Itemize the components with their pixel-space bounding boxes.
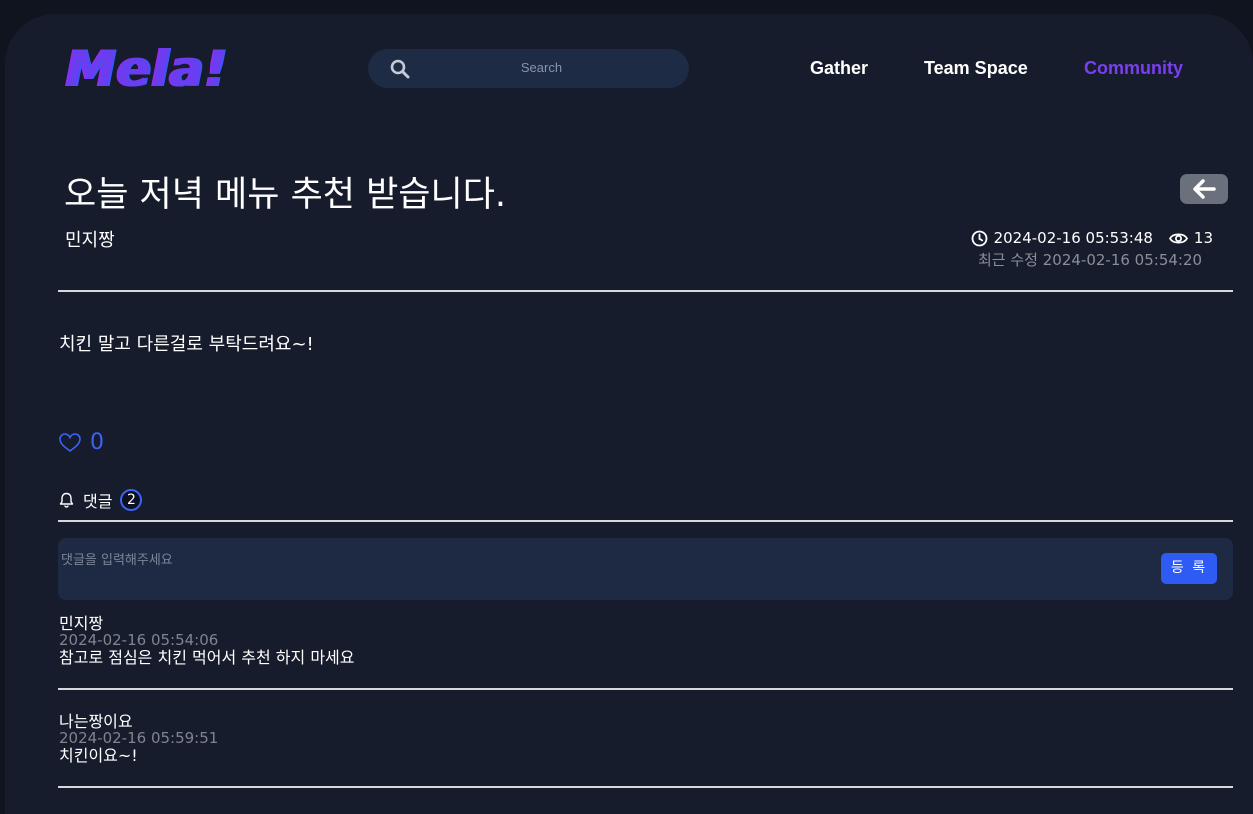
search-bar[interactable]: Search	[368, 49, 689, 88]
comment-text: 참고로 점심은 치킨 먹어서 추천 하지 마세요	[59, 648, 355, 667]
comment-item: 나는짱이요 2024-02-16 05:59:51 치킨이요~!	[59, 713, 218, 764]
comments-label: 댓글	[83, 492, 113, 511]
comment-count-badge: 2	[120, 489, 143, 511]
comment-date: 2024-02-16 05:54:06	[59, 631, 219, 649]
divider	[58, 290, 1233, 292]
comments-header: 댓글 2	[59, 488, 143, 512]
logo[interactable]: Mela!	[66, 40, 228, 98]
comment-author: 민지짱	[59, 614, 104, 633]
bell-icon	[59, 492, 74, 508]
post-views: 13	[1193, 229, 1213, 247]
nav-team-space[interactable]: Team Space	[924, 58, 1028, 79]
clock-icon	[971, 230, 987, 246]
post-meta: 2024-02-16 05:53:48 13	[971, 229, 1213, 247]
nav-community[interactable]: Community	[1084, 58, 1183, 79]
page-container	[5, 14, 1253, 814]
post-title: 오늘 저녁 메뉴 추천 받습니다.	[64, 175, 507, 215]
post-modified: 최근 수정 2024-02-16 05:54:20	[978, 251, 1203, 269]
divider	[58, 786, 1233, 788]
submit-comment-button[interactable]: 등 록	[1161, 553, 1217, 584]
comment-date: 2024-02-16 05:59:51	[59, 729, 219, 747]
heart-icon	[59, 432, 81, 452]
eye-icon	[1168, 232, 1188, 244]
comment-author: 나는짱이요	[59, 712, 133, 731]
like-button[interactable]: 0	[59, 430, 104, 455]
divider	[58, 688, 1233, 690]
post-body: 치킨 말고 다른걸로 부탁드려요~!	[59, 334, 314, 355]
like-count: 0	[90, 430, 104, 455]
divider	[58, 520, 1233, 522]
nav-gather[interactable]: Gather	[810, 58, 868, 79]
comment-item: 민지짱 2024-02-16 05:54:06 참고로 점심은 치킨 먹어서 추…	[59, 615, 354, 666]
comment-text: 치킨이요~!	[59, 746, 138, 765]
back-button[interactable]	[1180, 174, 1228, 204]
back-arrow-icon	[1193, 179, 1216, 199]
comment-input[interactable]: 댓글을 입력해주세요 등 록	[58, 538, 1233, 600]
post-created: 2024-02-16 05:53:48	[993, 229, 1153, 247]
post-author: 민지짱	[65, 230, 115, 251]
search-input[interactable]: Search	[368, 60, 689, 75]
comment-placeholder: 댓글을 입력해주세요	[61, 553, 173, 568]
